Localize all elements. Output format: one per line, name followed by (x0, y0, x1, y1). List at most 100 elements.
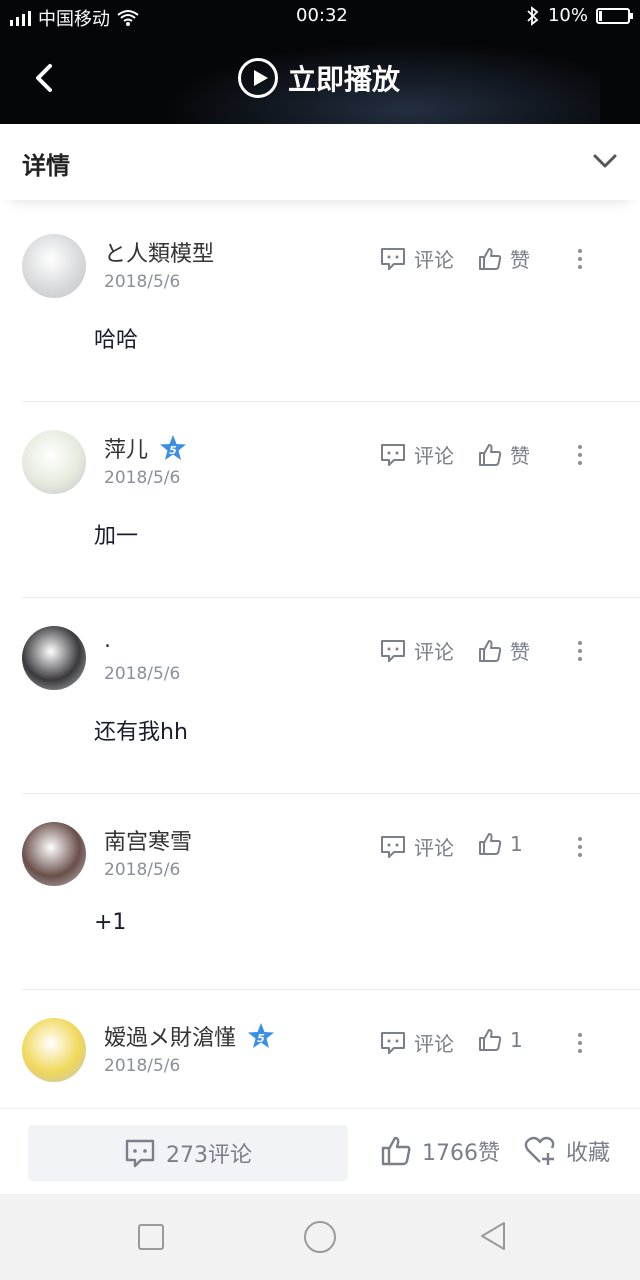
status-right: 10% (526, 5, 633, 26)
system-nav-bar (0, 1194, 640, 1280)
comment-count-button[interactable]: 273评论 (28, 1125, 348, 1181)
comment-date: 2018/5/6 (104, 272, 181, 292)
like-label: 赞 (510, 640, 530, 664)
like-label: 赞 (510, 444, 530, 468)
comment-username[interactable]: 萍儿 (104, 432, 148, 464)
comment-date: 2018/5/6 (104, 1056, 181, 1076)
comment-item: と人類模型 2018/5/6 哈哈 评论 赞 (22, 206, 640, 402)
battery-level (599, 10, 602, 21)
wifi-icon (117, 10, 139, 26)
video-header: 中国移动 00:32 10% 立即播放 (0, 0, 640, 124)
like-label: 1 (510, 832, 523, 856)
reply-button[interactable]: 评论 (380, 244, 454, 273)
comment-username[interactable]: と人類模型 (104, 236, 214, 268)
thumbs-up-icon (381, 1136, 411, 1166)
reply-label: 评论 (414, 444, 454, 468)
comment-icon (125, 1139, 155, 1168)
comment-username[interactable]: 南宫寒雪 (104, 824, 192, 856)
home-icon[interactable] (304, 1221, 336, 1253)
details-title: 详情 (22, 152, 70, 180)
avatar[interactable] (22, 626, 86, 690)
comment-icon (381, 1031, 405, 1054)
comment-icon (381, 247, 405, 270)
reply-label: 评论 (414, 248, 454, 272)
like-count-button[interactable]: 1766赞 (380, 1135, 500, 1167)
reply-label: 评论 (414, 1032, 454, 1056)
reply-button[interactable]: 评论 (380, 440, 454, 469)
bottom-action-bar: 273评论 1766赞 收藏 (0, 1108, 640, 1194)
status-bar: 中国移动 00:32 10% (0, 0, 640, 34)
thumbs-up-icon (479, 833, 502, 855)
comment-username-row: 嫒過メ財滄慬 5 (104, 1020, 276, 1052)
comment-count-label: 273评论 (166, 1143, 252, 1168)
like-label: 赞 (510, 248, 530, 272)
comment-date: 2018/5/6 (104, 664, 181, 684)
play-icon (238, 58, 278, 98)
carrier-name: 中国移动 (38, 9, 110, 30)
comment-text: 哈哈 (94, 328, 139, 353)
comment-date: 2018/5/6 (104, 468, 181, 488)
comment-actions: 评论 1 (380, 832, 640, 862)
details-bar[interactable]: 详情 (0, 124, 640, 200)
recent-apps-icon[interactable] (138, 1224, 164, 1250)
back-icon[interactable] (30, 60, 60, 96)
like-button[interactable]: 1 (478, 832, 523, 856)
signal-icon (10, 11, 31, 26)
like-count-label: 1766赞 (422, 1141, 500, 1166)
comment-item: 萍儿 5 2018/5/6 加一 评论 赞 (22, 402, 640, 598)
reply-label: 评论 (414, 640, 454, 664)
reply-button[interactable]: 评论 (380, 832, 454, 861)
comment-actions: 评论 赞 (380, 636, 640, 666)
comment-item: . 2018/5/6 还有我hh 评论 赞 (22, 598, 640, 794)
status-time: 00:32 (296, 5, 348, 26)
play-now-label: 立即播放 (288, 63, 401, 96)
comment-item: 南宫寒雪 2018/5/6 +1 评论 1 (22, 794, 640, 990)
more-icon[interactable] (574, 1032, 586, 1054)
comment-icon (381, 443, 405, 466)
comment-text: +1 (94, 910, 127, 935)
like-button[interactable]: 赞 (478, 244, 530, 273)
thumbs-up-icon (479, 639, 502, 662)
avatar[interactable] (22, 1018, 86, 1082)
favorite-button[interactable]: 收藏 (524, 1135, 610, 1167)
reply-label: 评论 (414, 836, 454, 860)
vip-star-icon: 5 (160, 435, 187, 460)
comment-icon (381, 639, 405, 662)
comment-list: と人類模型 2018/5/6 哈哈 评论 赞 萍儿 5 2018/5/6 加一 … (0, 206, 640, 1186)
chevron-down-icon[interactable] (592, 148, 618, 174)
thumbs-up-icon (479, 247, 502, 270)
svg-text:5: 5 (257, 1032, 265, 1045)
nav-back-icon[interactable] (478, 1220, 508, 1252)
avatar[interactable] (22, 822, 86, 886)
status-carrier: 中国移动 (8, 5, 140, 31)
avatar[interactable] (22, 234, 86, 298)
vip-star-icon: 5 (248, 1023, 275, 1048)
like-button[interactable]: 赞 (478, 636, 530, 665)
battery-icon (596, 7, 633, 24)
battery-percent: 10% (547, 5, 588, 26)
reply-button[interactable]: 评论 (380, 1028, 454, 1057)
comment-actions: 评论 赞 (380, 440, 640, 470)
comment-username[interactable]: 嫒過メ財滄慬 (104, 1020, 236, 1052)
more-icon[interactable] (574, 248, 586, 270)
reply-button[interactable]: 评论 (380, 636, 454, 665)
heart-add-icon (524, 1136, 555, 1165)
avatar[interactable] (22, 430, 86, 494)
like-label: 1 (510, 1028, 523, 1052)
play-now-button[interactable]: 立即播放 (238, 58, 400, 98)
favorite-label: 收藏 (566, 1141, 611, 1166)
comment-actions: 评论 赞 (380, 244, 640, 274)
comment-username-row: と人類模型 (104, 236, 214, 268)
thumbs-up-icon (479, 1029, 502, 1051)
more-icon[interactable] (574, 444, 586, 466)
comment-icon (381, 835, 405, 858)
comment-text: 加一 (94, 524, 139, 549)
like-button[interactable]: 1 (478, 1028, 523, 1052)
comment-actions: 评论 1 (380, 1028, 640, 1058)
more-icon[interactable] (574, 836, 586, 858)
like-button[interactable]: 赞 (478, 440, 530, 469)
comment-username[interactable]: . (104, 628, 111, 653)
more-icon[interactable] (574, 640, 586, 662)
thumbs-up-icon (479, 443, 502, 466)
comment-username-row: 南宫寒雪 (104, 824, 192, 856)
